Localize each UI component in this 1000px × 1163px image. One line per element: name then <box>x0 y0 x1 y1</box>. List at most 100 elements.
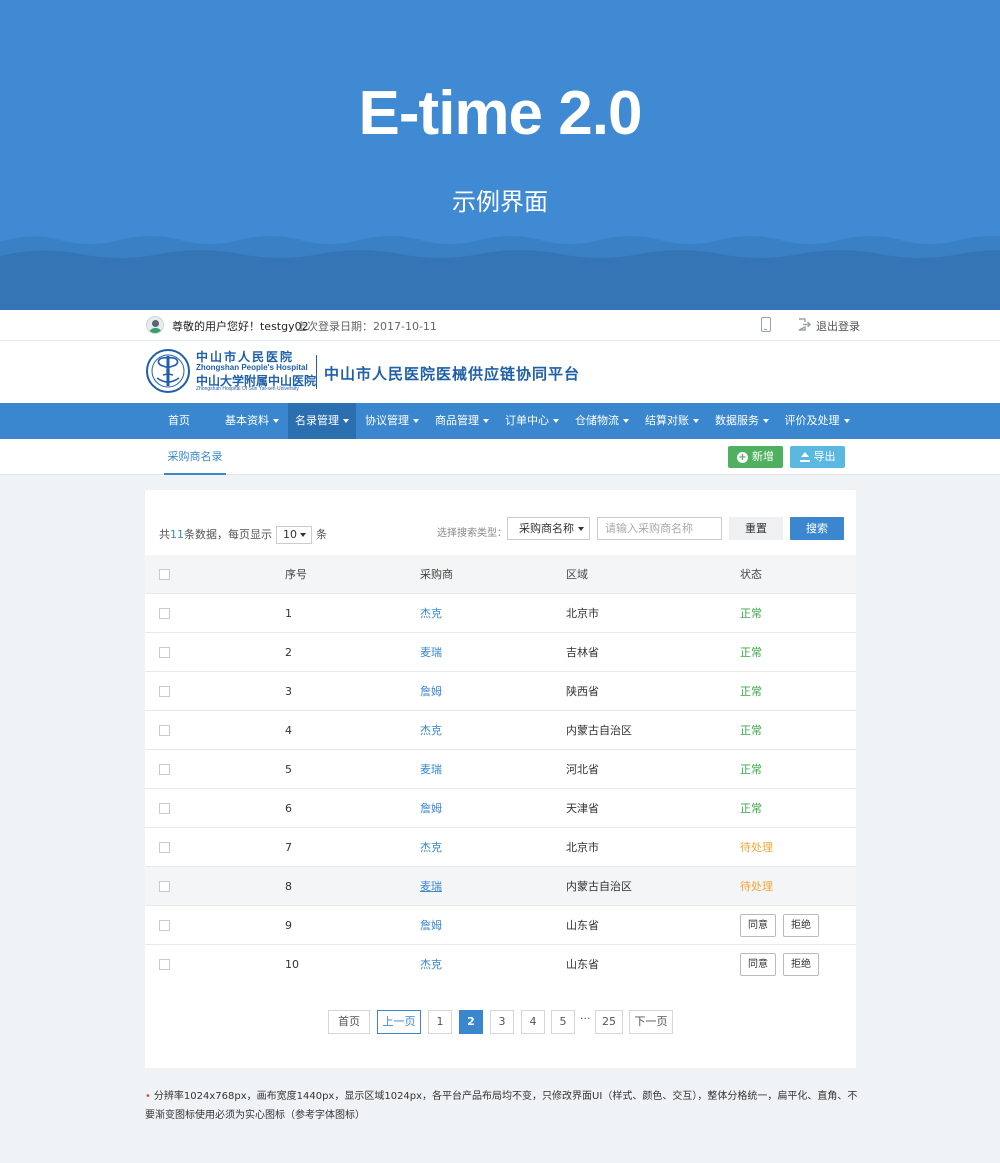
table-header-row: 序号 采购商 区域 状态 <box>145 555 856 594</box>
export-button[interactable]: 导出 <box>790 446 845 468</box>
reject-button[interactable]: 拒绝 <box>783 953 819 976</box>
nav-data-service[interactable]: 数据服务 <box>708 403 776 439</box>
buyer-link[interactable]: 詹姆 <box>420 672 442 711</box>
buyer-link[interactable]: 杰克 <box>420 594 442 633</box>
header-region: 区域 <box>566 568 588 581</box>
nav-settlement[interactable]: 结算对账 <box>638 403 706 439</box>
table-row: 10 杰克 山东省 同意 拒绝 <box>145 945 856 984</box>
main-nav: 首页 基本资料 名录管理 协议管理 商品管理 订单中心 仓储物流 结算对账 数据… <box>0 403 1000 439</box>
page-button[interactable]: 5 <box>551 1010 575 1034</box>
banner: E-time 2.0 示例界面 <box>0 0 1000 310</box>
logo-affiliation-en: Zhongshan Hospital Of Sun Yat-sen Univer… <box>196 386 299 392</box>
nav-products[interactable]: 商品管理 <box>428 403 496 439</box>
row-checkbox[interactable] <box>159 842 170 853</box>
table-row: 2 麦瑞 吉林省 正常 <box>145 633 856 672</box>
hospital-emblem-icon <box>146 349 190 393</box>
design-note: • 分辨率1024x768px，画布宽度1440px，显示区域1024px，各平台… <box>145 1091 858 1121</box>
buyer-link[interactable]: 杰克 <box>420 828 442 867</box>
status-text: 待处理 <box>740 880 773 893</box>
banner-title: E-time 2.0 <box>358 79 643 148</box>
status-text: 正常 <box>740 802 762 815</box>
row-checkbox[interactable] <box>159 647 170 658</box>
nav-orders[interactable]: 订单中心 <box>498 403 566 439</box>
buyer-link[interactable]: 詹姆 <box>420 906 442 945</box>
nav-directory[interactable]: 名录管理 <box>288 403 356 439</box>
table-row: 9 詹姆 山东省 同意 拒绝 <box>145 906 856 945</box>
nav-basic-info[interactable]: 基本资料 <box>218 403 286 439</box>
header-status: 状态 <box>740 568 762 581</box>
page-size-select[interactable]: 10 <box>276 526 312 544</box>
row-index: 5 <box>285 763 292 776</box>
page-ellipsis: ··· <box>580 1012 591 1025</box>
page-button-current[interactable]: 2 <box>459 1010 483 1034</box>
status-text: 正常 <box>740 724 762 737</box>
status-text: 正常 <box>740 646 762 659</box>
caret-down-icon <box>553 419 559 423</box>
select-all-checkbox[interactable] <box>159 569 170 580</box>
row-checkbox[interactable] <box>159 920 170 931</box>
greeting-text: 尊敬的用户您好！testgy02 <box>172 320 309 333</box>
status-text: 正常 <box>740 607 762 620</box>
avatar[interactable] <box>146 316 164 334</box>
page-next-button[interactable]: 下一页 <box>629 1010 673 1034</box>
page-button-last[interactable]: 25 <box>595 1010 623 1034</box>
row-region: 内蒙古自治区 <box>566 880 632 893</box>
nav-agreement[interactable]: 协议管理 <box>358 403 426 439</box>
banner-subtitle: 示例界面 <box>452 188 548 216</box>
search-input[interactable] <box>597 517 722 540</box>
buyer-link[interactable]: 詹姆 <box>420 789 442 828</box>
logo-name-en: Zhongshan People's Hospital <box>196 363 308 372</box>
buyer-link[interactable]: 麦瑞 <box>420 750 442 789</box>
reset-button[interactable]: 重置 <box>729 517 783 540</box>
buyer-link[interactable]: 麦瑞 <box>420 867 442 906</box>
row-checkbox[interactable] <box>159 959 170 970</box>
caret-down-icon <box>623 419 629 423</box>
row-region: 吉林省 <box>566 646 599 659</box>
reject-button[interactable]: 拒绝 <box>783 914 819 937</box>
table-row: 3 詹姆 陕西省 正常 <box>145 672 856 711</box>
row-checkbox[interactable] <box>159 764 170 775</box>
nav-home[interactable]: 首页 <box>146 403 212 439</box>
page-button[interactable]: 4 <box>521 1010 545 1034</box>
page-button[interactable]: 1 <box>428 1010 452 1034</box>
caret-down-icon <box>578 527 584 531</box>
row-checkbox[interactable] <box>159 881 170 892</box>
caret-down-icon <box>300 533 306 537</box>
header-buyer: 采购商 <box>420 568 453 581</box>
add-button[interactable]: + 新增 <box>728 446 783 468</box>
nav-logistics[interactable]: 仓储物流 <box>568 403 636 439</box>
table-row: 5 麦瑞 河北省 正常 <box>145 750 856 789</box>
header-index: 序号 <box>285 568 307 581</box>
caret-down-icon <box>843 419 850 423</box>
bullet-dot-icon: • <box>145 1091 151 1102</box>
row-index: 1 <box>285 607 292 620</box>
row-checkbox[interactable] <box>159 686 170 697</box>
status-text: 待处理 <box>740 841 773 854</box>
caret-down-icon <box>763 419 769 423</box>
page-prev-button[interactable]: 上一页 <box>377 1010 421 1034</box>
row-region: 山东省 <box>566 958 599 971</box>
agree-button[interactable]: 同意 <box>740 953 776 976</box>
row-region: 陕西省 <box>566 685 599 698</box>
logout-link[interactable]: 退出登录 <box>816 318 860 334</box>
buyer-link[interactable]: 杰克 <box>420 711 442 750</box>
row-checkbox[interactable] <box>159 725 170 736</box>
table-row: 6 詹姆 天津省 正常 <box>145 789 856 828</box>
caret-down-icon <box>413 419 419 423</box>
row-checkbox[interactable] <box>159 803 170 814</box>
buyer-link[interactable]: 杰克 <box>420 945 442 984</box>
page-button[interactable]: 3 <box>490 1010 514 1034</box>
search-button[interactable]: 搜索 <box>790 517 844 540</box>
search-type-select[interactable]: 采购商名称 <box>507 517 590 540</box>
row-region: 北京市 <box>566 841 599 854</box>
mobile-icon[interactable] <box>761 317 771 332</box>
row-index: 6 <box>285 802 292 815</box>
row-region: 河北省 <box>566 763 599 776</box>
nav-evaluation[interactable]: 评价及处理 <box>778 403 856 439</box>
row-checkbox[interactable] <box>159 608 170 619</box>
logout-icon[interactable] <box>798 318 811 331</box>
agree-button[interactable]: 同意 <box>740 914 776 937</box>
page-first-button[interactable]: 首页 <box>328 1010 370 1034</box>
buyer-link[interactable]: 麦瑞 <box>420 633 442 672</box>
tab-buyer-directory[interactable]: 采购商名录 <box>164 439 226 475</box>
